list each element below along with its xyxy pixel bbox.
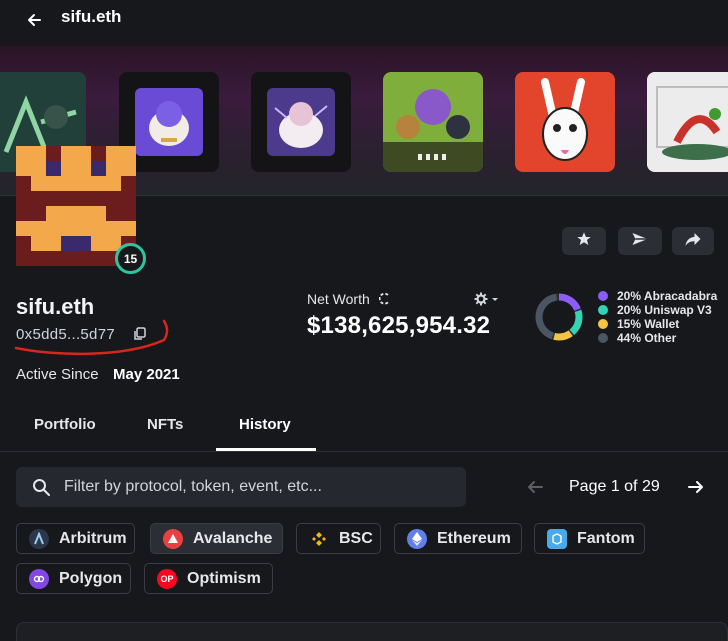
- active-tab-indicator: [216, 448, 316, 451]
- legend-label: 44% Other: [617, 331, 677, 345]
- star-icon: [576, 231, 592, 252]
- tab-nfts[interactable]: NFTs: [147, 416, 183, 433]
- net-worth-value: $138,625,954.32: [307, 312, 491, 339]
- fantom-icon: [547, 528, 567, 549]
- ethereum-icon: [407, 528, 427, 549]
- legend-dot: [598, 333, 608, 343]
- nft-thumbnail[interactable]: [383, 72, 483, 172]
- allocation-legend: 20% Abracadabra 20% Uniswap V3 15% Wallet 4…: [598, 289, 717, 345]
- share-button[interactable]: [672, 227, 714, 255]
- legend-dot: [598, 319, 608, 329]
- chip-label: Fantom: [577, 529, 635, 547]
- active-since-value: May 2021: [113, 366, 180, 383]
- chain-filter-fantom[interactable]: Fantom: [534, 523, 645, 554]
- legend-item: 44% Other: [598, 331, 717, 345]
- nft-thumbnail[interactable]: [647, 72, 728, 172]
- send-button[interactable]: [618, 227, 662, 255]
- chip-label: Avalanche: [193, 529, 273, 547]
- history-card: [16, 622, 728, 641]
- legend-item: 15% Wallet: [598, 317, 717, 331]
- pagination-label: Page 1 of 29: [569, 478, 660, 495]
- tab-history[interactable]: History: [239, 416, 291, 433]
- legend-item: 20% Abracadabra: [598, 289, 717, 303]
- send-icon: [631, 230, 649, 253]
- refresh-spinner-icon: [378, 292, 391, 311]
- legend-label: 20% Uniswap V3: [617, 303, 712, 317]
- chain-filter-optimism[interactable]: OP Optimism: [144, 563, 273, 594]
- chip-label: Arbitrum: [59, 529, 127, 547]
- net-worth-label: Net Worth: [307, 291, 370, 307]
- legend-item: 20% Uniswap V3: [598, 303, 717, 317]
- arrow-left-icon[interactable]: [22, 8, 46, 32]
- tab-portfolio[interactable]: Portfolio: [34, 416, 96, 433]
- next-page-icon[interactable]: [686, 477, 706, 502]
- top-bar: sifu.eth: [0, 0, 728, 46]
- star-button[interactable]: [562, 227, 606, 255]
- tab-bar: Portfolio NFTs History: [0, 404, 728, 452]
- legend-dot: [598, 305, 608, 315]
- nft-thumbnail[interactable]: [251, 72, 351, 172]
- nft-thumbnail[interactable]: [515, 72, 615, 172]
- arbitrum-icon: [29, 528, 49, 549]
- previous-page-icon[interactable]: [525, 477, 545, 502]
- search-icon: [32, 478, 50, 501]
- red-underline-annotation: [14, 319, 169, 356]
- allocation-donut-chart: [535, 293, 583, 341]
- page-title: sifu.eth: [61, 7, 122, 26]
- bsc-icon: [309, 529, 329, 549]
- legend-label: 20% Abracadabra: [617, 289, 718, 303]
- profile-name: sifu.eth: [16, 294, 95, 319]
- gear-icon[interactable]: [474, 292, 500, 311]
- chip-label: BSC: [339, 529, 373, 547]
- chip-label: Polygon: [59, 569, 123, 587]
- optimism-icon: OP: [157, 568, 177, 589]
- optimism-badge: OP: [160, 573, 174, 584]
- share-icon: [684, 230, 702, 253]
- search-input[interactable]: [64, 467, 454, 507]
- chip-label: Ethereum: [437, 529, 511, 547]
- chain-filter-polygon[interactable]: Polygon: [16, 563, 131, 594]
- chip-label: Optimism: [187, 569, 261, 587]
- chain-filter-avalanche[interactable]: Avalanche: [150, 523, 283, 554]
- avalanche-icon: [163, 528, 183, 549]
- polygon-icon: [29, 568, 49, 589]
- chain-filter-ethereum[interactable]: Ethereum: [394, 523, 522, 554]
- chain-filter-arbitrum[interactable]: Arbitrum: [16, 523, 135, 554]
- active-since-label: Active Since: [16, 366, 99, 383]
- legend-dot: [598, 291, 608, 301]
- level-badge: 15: [115, 243, 146, 274]
- search-bar: [16, 467, 466, 507]
- chain-filter-bsc[interactable]: BSC: [296, 523, 381, 554]
- legend-label: 15% Wallet: [617, 317, 680, 331]
